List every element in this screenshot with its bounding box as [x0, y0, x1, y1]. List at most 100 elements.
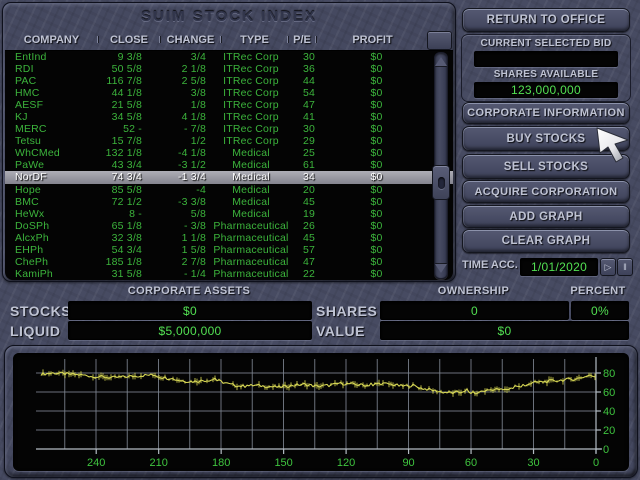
- cell-profit: $0: [322, 244, 431, 256]
- table-row-hmc[interactable]: HMC44 1/83/8ITRec Corp54$0: [5, 87, 453, 99]
- svg-text:120: 120: [337, 457, 355, 469]
- cell-change: -3 1/2: [142, 159, 206, 171]
- bid-group-box: CURRENT SELECTED BID SHARES AVAILABLE 12…: [461, 34, 631, 102]
- time-pause-button[interactable]: ‖: [617, 258, 633, 276]
- cell-profit: $0: [322, 171, 431, 183]
- cell-close: 32 3/8: [98, 232, 142, 244]
- table-row-bmc[interactable]: BMC72 1/2-3 3/8Medical45$0: [5, 196, 453, 208]
- cell-company: NorDF: [5, 171, 98, 183]
- cell-change: - 3/8: [142, 220, 206, 232]
- cell-change: 3/4: [142, 51, 206, 63]
- buy-stocks-button[interactable]: BUY STOCKS: [462, 126, 630, 151]
- cell-company: KamiPh: [5, 268, 98, 280]
- cell-profit: $0: [322, 51, 431, 63]
- cell-close: 21 5/8: [98, 99, 142, 111]
- table-row-ehph[interactable]: EHPh54 3/41 5/8Pharmaceutical57$0: [5, 244, 453, 256]
- cell-close: 185 1/8: [98, 256, 142, 268]
- shares-available-field: 123,000,000: [474, 82, 618, 98]
- table-row-pawe[interactable]: PaWe43 3/4-3 1/2Medical61$0: [5, 159, 453, 171]
- sell-stocks-button[interactable]: SELL STOCKS: [462, 154, 630, 179]
- cell-change: 2 5/8: [142, 75, 206, 87]
- triangle-down-icon: [435, 264, 447, 273]
- scroll-down-button[interactable]: [431, 260, 450, 276]
- cell-type: Medical: [206, 184, 296, 196]
- column-header-pe[interactable]: P/E: [288, 34, 316, 46]
- scrollbar-thumb[interactable]: [432, 165, 450, 200]
- table-scrollbar[interactable]: [431, 52, 450, 277]
- column-header-close[interactable]: CLOSE: [98, 34, 160, 46]
- cell-pe: 47: [296, 256, 322, 268]
- acquire-corporation-button[interactable]: ACQUIRE CORPORATION: [462, 180, 630, 203]
- table-row-whcmed[interactable]: WhCMed132 1/8-4 1/8Medical25$0: [5, 147, 453, 159]
- cell-type: ITRec Corp: [206, 123, 296, 135]
- time-play-button[interactable]: ▷: [600, 258, 616, 276]
- header-corner-box: [427, 31, 452, 50]
- stock-table: EntInd9 3/83/4ITRec Corp30$0RDI50 5/82 1…: [5, 50, 453, 280]
- cell-close: 15 7/8: [98, 135, 142, 147]
- cell-pe: 30: [296, 123, 322, 135]
- corporate-information-button[interactable]: CORPORATE INFORMATION: [462, 102, 630, 124]
- scroll-up-button[interactable]: [431, 53, 450, 69]
- action-panel: RETURN TO OFFICE CURRENT SELECTED BID SH…: [456, 2, 636, 282]
- add-graph-button[interactable]: ADD GRAPH: [462, 205, 630, 228]
- cell-close: 65 1/8: [98, 220, 142, 232]
- cell-close: 74 3/4: [98, 171, 142, 183]
- cell-profit: $0: [322, 184, 431, 196]
- current-bid-field: [474, 51, 618, 67]
- table-row-nordf[interactable]: NorDF74 3/4-1 3/4Medical34$0: [5, 171, 453, 183]
- cell-profit: $0: [322, 111, 431, 123]
- cell-pe: 41: [296, 111, 322, 123]
- cell-pe: 20: [296, 184, 322, 196]
- table-row-entind[interactable]: EntInd9 3/83/4ITRec Corp30$0: [5, 51, 453, 63]
- table-row-merc[interactable]: MERC52 -- 7/8ITRec Corp30$0: [5, 123, 453, 135]
- cell-company: HMC: [5, 87, 98, 99]
- cell-type: Medical: [206, 171, 296, 183]
- cell-pe: 26: [296, 220, 322, 232]
- table-row-hewx[interactable]: HeWx8 -5/8Medical19$0: [5, 208, 453, 220]
- table-row-rdi[interactable]: RDI50 5/82 1/8ITRec Corp36$0: [5, 63, 453, 75]
- cell-type: Pharmaceutical: [206, 244, 296, 256]
- table-row-kamiph[interactable]: KamiPh31 5/8- 1/4Pharmaceutical22$0: [5, 268, 453, 280]
- stock-price-chart: 2402101801501209060300020406080: [15, 353, 627, 471]
- cell-company: HeWx: [5, 208, 98, 220]
- cell-profit: $0: [322, 99, 431, 111]
- cell-profit: $0: [322, 256, 431, 268]
- chart-area: 2402101801501209060300020406080: [13, 353, 629, 471]
- cell-company: Hope: [5, 184, 98, 196]
- triangle-up-icon: [435, 57, 447, 66]
- svg-text:90: 90: [402, 457, 414, 469]
- column-header-change[interactable]: CHANGE: [160, 34, 221, 46]
- pause-icon: ‖: [623, 262, 627, 272]
- clear-graph-button[interactable]: CLEAR GRAPH: [462, 229, 630, 253]
- ownership-header: OWNERSHIP: [380, 285, 567, 297]
- cell-pe: 57: [296, 244, 322, 256]
- table-row-cheph[interactable]: ChePh185 1/82 7/8Pharmaceutical47$0: [5, 256, 453, 268]
- cell-close: 85 5/8: [98, 184, 142, 196]
- cell-close: 54 3/4: [98, 244, 142, 256]
- table-row-dosph[interactable]: DoSPh65 1/8- 3/8Pharmaceutical26$0: [5, 220, 453, 232]
- table-row-alcxph[interactable]: AlcxPh32 3/81 1/8Pharmaceutical45$0: [5, 232, 453, 244]
- svg-text:20: 20: [603, 425, 615, 437]
- column-header-company[interactable]: COMPANY: [5, 34, 98, 46]
- column-header-type[interactable]: TYPE: [221, 34, 288, 46]
- cell-change: 1 1/8: [142, 232, 206, 244]
- cell-pe: 45: [296, 196, 322, 208]
- cell-company: PAC: [5, 75, 98, 87]
- cell-company: BMC: [5, 196, 98, 208]
- table-row-aesf[interactable]: AESF21 5/81/8ITRec Corp47$0: [5, 99, 453, 111]
- cell-company: WhCMed: [5, 147, 98, 159]
- cell-pe: 34: [296, 171, 322, 183]
- svg-text:210: 210: [149, 457, 167, 469]
- table-row-hope[interactable]: Hope85 5/8-4Medical20$0: [5, 184, 453, 196]
- liquid-value-field: $5,000,000: [68, 321, 312, 340]
- column-header-profit[interactable]: PROFIT: [316, 34, 429, 46]
- table-row-tetsu[interactable]: Tetsu15 7/81/2ITRec Corp29$0: [5, 135, 453, 147]
- cell-company: EntInd: [5, 51, 98, 63]
- table-row-kj[interactable]: KJ34 5/84 1/8ITRec Corp41$0: [5, 111, 453, 123]
- time-acc-label: TIME ACC.: [462, 259, 518, 271]
- return-to-office-button[interactable]: RETURN TO OFFICE: [462, 8, 630, 32]
- cell-change: 1 5/8: [142, 244, 206, 256]
- table-row-pac[interactable]: PAC116 7/82 5/8ITRec Corp44$0: [5, 75, 453, 87]
- cell-company: Tetsu: [5, 135, 98, 147]
- shares-label: SHARES: [316, 303, 377, 319]
